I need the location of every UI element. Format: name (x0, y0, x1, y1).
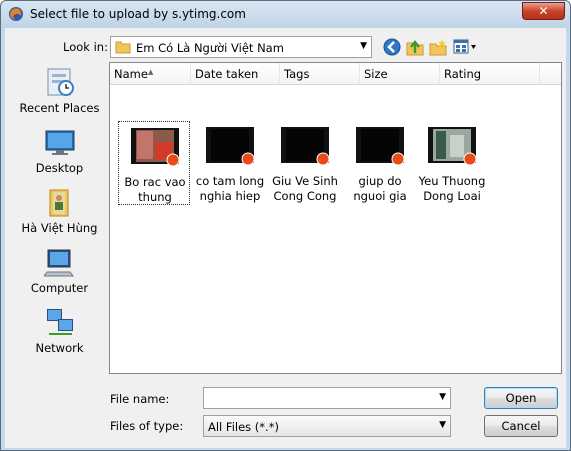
places-bar: Recent Places Desktop Hà Việt Hùng Compu… (11, 64, 108, 374)
new-folder-icon[interactable] (429, 38, 447, 56)
file-item[interactable]: Bo rac vao thung (118, 121, 190, 205)
place-network[interactable]: Network (11, 304, 108, 360)
desktop-icon (45, 130, 75, 155)
file-name: Giu Ve Sinh Cong Cong (272, 174, 338, 203)
user-folder-icon (49, 189, 69, 217)
firefox-icon (9, 7, 23, 21)
up-folder-icon[interactable] (406, 38, 424, 56)
chevron-down-icon: ▼ (360, 41, 367, 51)
place-label: Recent Places (19, 101, 100, 115)
file-name: Yeu Thuong Dong Loai (418, 174, 486, 203)
sort-up-icon: ▲ (148, 68, 154, 76)
video-thumbnail (131, 128, 179, 166)
files-of-type-value: All Files (*.*) (208, 420, 279, 434)
place-label: Computer (30, 281, 89, 295)
place-label: Hà Việt Hùng (21, 221, 98, 235)
recent-places-icon (47, 68, 74, 96)
back-icon[interactable] (383, 38, 401, 56)
place-label: Network (35, 341, 84, 355)
video-thumbnail (281, 127, 329, 165)
file-name: co tam long nghia hiep (195, 174, 265, 203)
chevron-down-icon[interactable]: ▼ (439, 392, 446, 402)
file-item[interactable]: giup do nguoi gia (344, 121, 416, 205)
open-button[interactable]: Open (484, 387, 558, 409)
place-label: Desktop (35, 161, 84, 175)
column-name[interactable]: ▲ Name (110, 63, 191, 85)
look-in-combo[interactable]: Em Có Là Người Việt Nam ▼ (110, 36, 372, 58)
look-in-value: Em Có Là Người Việt Nam (136, 41, 284, 55)
chevron-down-icon[interactable]: ▼ (439, 420, 446, 430)
file-name-field[interactable]: ▼ (203, 387, 451, 409)
file-name-label: File name: (110, 392, 170, 406)
video-thumbnail (356, 127, 404, 165)
file-name: Bo rac vao thung (124, 175, 186, 204)
video-thumbnail (206, 127, 254, 165)
cancel-button[interactable]: Cancel (484, 415, 558, 437)
files-of-type-select[interactable]: All Files (*.*) ▼ (203, 415, 451, 437)
place-desktop[interactable]: Desktop (11, 124, 108, 180)
network-icon (47, 309, 73, 335)
column-size[interactable]: Size (360, 63, 440, 85)
computer-icon (44, 249, 74, 277)
column-tags[interactable]: Tags (280, 63, 360, 85)
column-header: ▲ Name Date taken Tags Size Rating (110, 63, 561, 85)
views-icon[interactable] (453, 38, 477, 56)
title-bar[interactable]: Select file to upload by s.ytimg.com ✕ (1, 1, 570, 28)
file-item[interactable]: Yeu Thuong Dong Loai (416, 121, 488, 205)
folder-icon (115, 41, 131, 54)
dialog-body: Look in: Em Có Là Người Việt Nam ▼ Recen… (5, 28, 566, 448)
file-list[interactable]: ▲ Name Date taken Tags Size Rating Bo ra… (109, 62, 562, 374)
file-upload-dialog: Select file to upload by s.ytimg.com ✕ L… (0, 0, 571, 451)
close-button[interactable]: ✕ (522, 2, 565, 20)
window-title: Select file to upload by s.ytimg.com (30, 7, 246, 21)
column-rating[interactable]: Rating (440, 63, 540, 85)
video-thumbnail (428, 127, 476, 165)
column-date-taken[interactable]: Date taken (191, 63, 280, 85)
file-item[interactable]: co tam long nghia hiep (194, 121, 266, 205)
place-recent-places[interactable]: Recent Places (11, 64, 108, 120)
place-user-folder[interactable]: Hà Việt Hùng (11, 184, 108, 240)
file-name: giup do nguoi gia (353, 174, 407, 203)
file-item[interactable]: Giu Ve Sinh Cong Cong (269, 121, 341, 205)
files-of-type-label: Files of type: (110, 419, 184, 433)
place-computer[interactable]: Computer (11, 244, 108, 300)
look-in-label: Look in: (63, 40, 108, 54)
